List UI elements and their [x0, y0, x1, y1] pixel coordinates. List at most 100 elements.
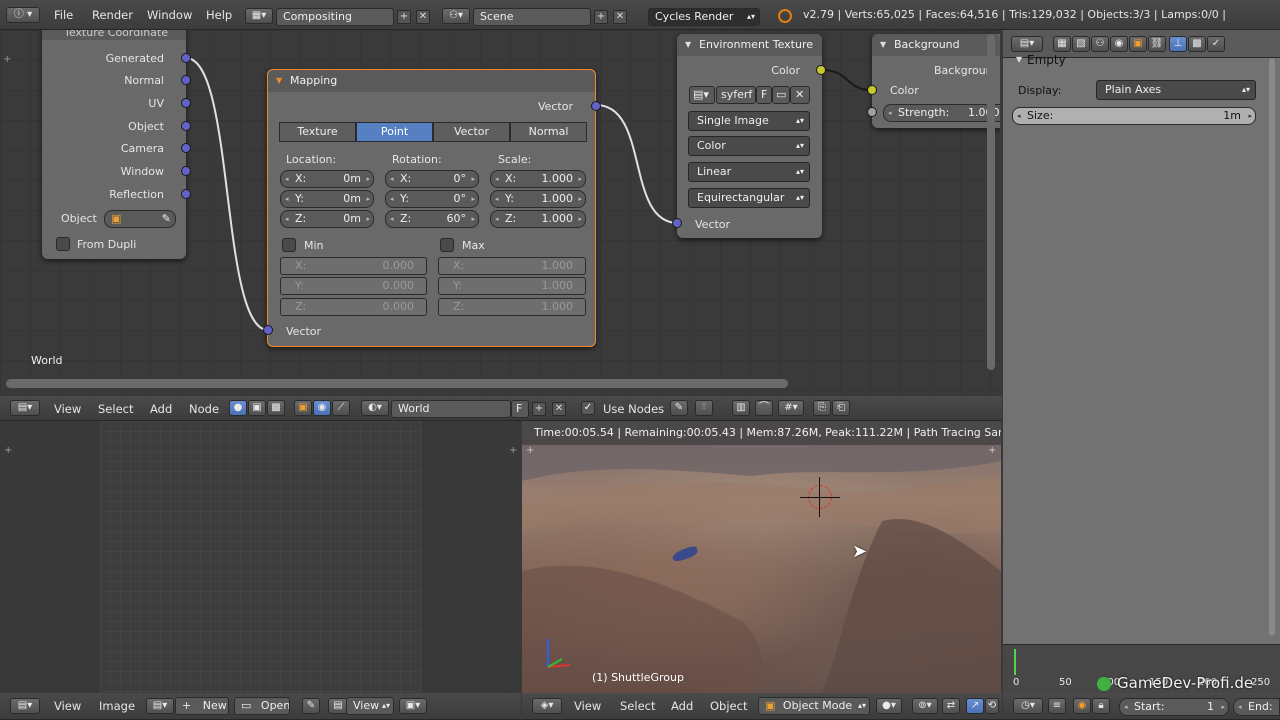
scale-z-field[interactable]: ◂ Z: 1.000 ▸	[490, 210, 586, 228]
view-mode-dropdown[interactable]: View ▴▾	[346, 697, 394, 715]
object-field[interactable]: ▣ ✎	[104, 210, 176, 228]
image-unlink-icon[interactable]: ✕	[790, 86, 810, 104]
info-editor-icon[interactable]: ⓘ ▾	[6, 7, 40, 23]
constraints-tab-icon[interactable]: ⛓	[1148, 36, 1166, 52]
size-field[interactable]: ◂ Size: 1m ▸	[1012, 107, 1256, 125]
node-editor[interactable]: + Texture Coordinate Generated Normal UV…	[0, 30, 1000, 396]
sidebar-toggle-icon[interactable]: +	[526, 445, 534, 456]
snap-node-icon[interactable]: #▾	[778, 400, 804, 416]
editor-type-icon[interactable]: ◈▾	[532, 698, 562, 714]
display-dropdown[interactable]: Plain Axes ▴▾	[1096, 80, 1256, 100]
min-checkbox[interactable]	[282, 238, 296, 252]
editor-type-icon[interactable]: ▤▾	[10, 698, 40, 714]
interpolation-dropdown[interactable]: Linear ▴▾	[688, 162, 810, 182]
node-menu-add[interactable]: Add	[150, 399, 172, 419]
world-fake-user-button[interactable]: F	[511, 400, 529, 418]
collapse-icon[interactable]: ▼	[685, 34, 691, 56]
shader-nodes-icon[interactable]: ●	[229, 400, 247, 416]
scene-field[interactable]: Scene	[473, 8, 591, 26]
max-x-field[interactable]: X: 1.000	[438, 257, 586, 275]
socket-env-vector-in[interactable]	[672, 218, 682, 228]
image-open-icon[interactable]: ▭	[772, 86, 790, 104]
socket-generated[interactable]	[181, 53, 191, 63]
min-x-field[interactable]: X: 0.000	[280, 257, 427, 275]
start-frame-field[interactable]: ◂ Start: 1 ▸	[1119, 698, 1229, 716]
collapse-icon[interactable]: ▼	[880, 34, 886, 56]
image-menu-view[interactable]: View	[54, 696, 81, 716]
editor-type-icon[interactable]: ▤▾	[10, 400, 40, 416]
location-x-field[interactable]: ◂ X: 0m ▸	[280, 170, 374, 188]
add-screen-icon[interactable]: +	[397, 10, 411, 24]
view3d-menu-select[interactable]: Select	[620, 696, 655, 716]
socket-env-color-out[interactable]	[816, 65, 826, 75]
node-menu-node[interactable]: Node	[189, 399, 219, 419]
image-fake-user-button[interactable]: F	[756, 86, 772, 104]
lock-icon[interactable]: 🔒︎	[1092, 698, 1110, 714]
view3d-menu-object[interactable]: Object	[710, 696, 747, 716]
socket-mapping-vector-out[interactable]	[591, 101, 601, 111]
interaction-mode-dropdown[interactable]: ▣ Object Mode ▴▾	[758, 697, 870, 715]
image-name-field[interactable]: syferf	[716, 86, 756, 104]
node-menu-view[interactable]: View	[54, 399, 81, 419]
world-name-field[interactable]: World	[391, 400, 511, 418]
tab-vector[interactable]: Vector	[433, 122, 510, 142]
keyframe-icon[interactable]: ◉	[1073, 698, 1091, 714]
socket-bg-strength-in[interactable]	[867, 107, 877, 117]
go-parent-icon[interactable]: ⇑	[695, 400, 713, 416]
use-nodes-checkbox[interactable]: ✓	[581, 401, 595, 415]
view3d-menu-view[interactable]: View	[574, 696, 601, 716]
env-mapping-dropdown[interactable]: Equirectangular ▴▾	[688, 188, 810, 208]
max-z-field[interactable]: Z: 1.000	[438, 298, 586, 316]
node-background[interactable]: ▼ Background Backgroun Color ◂ Strength:…	[867, 34, 1000, 128]
delete-screen-icon[interactable]: ✕	[416, 10, 430, 24]
rotation-x-field[interactable]: ◂ X: 0° ▸	[385, 170, 479, 188]
viewport-shading-icon[interactable]: ●▾	[876, 698, 902, 714]
compositing-nodes-icon[interactable]: ▣	[248, 400, 266, 416]
rotate-manipulator-icon[interactable]: ⟲	[985, 698, 999, 714]
socket-bg-color-in[interactable]	[867, 85, 877, 95]
strength-field[interactable]: ◂ Strength: 1.000	[883, 104, 1000, 122]
screen-layout-icon[interactable]: ▦▾	[245, 8, 273, 24]
world-tab-icon[interactable]: ◉	[1110, 36, 1128, 52]
scene-icon[interactable]: ⚇▾	[442, 8, 470, 24]
menu-help[interactable]: Help	[206, 5, 232, 25]
socket-uv[interactable]	[181, 98, 191, 108]
manipulator-icon[interactable]: ⇄	[942, 698, 960, 714]
texture-nodes-icon[interactable]: ▩	[267, 400, 285, 416]
render-engine-select[interactable]: Cycles Render ▴▾	[648, 8, 760, 26]
snap-element-icon[interactable]: ⌒	[755, 400, 773, 416]
translate-manipulator-icon[interactable]: ↗	[966, 698, 984, 714]
projection-dropdown[interactable]: Single Image ▴▾	[688, 111, 810, 131]
left-sidebar-toggle-icon[interactable]: +	[3, 54, 11, 65]
menu-icon[interactable]: ≡	[1048, 698, 1066, 714]
open-image-button[interactable]: ▭ Open	[234, 697, 290, 715]
uv-image-editor[interactable]: + +	[0, 421, 519, 693]
tab-texture[interactable]: Texture	[279, 122, 356, 142]
screen-layout-field[interactable]: Compositing	[276, 8, 394, 26]
physics-tab-icon[interactable]: ✓	[1207, 36, 1225, 52]
eyedropper-icon[interactable]: ✎	[162, 211, 171, 227]
node-menu-select[interactable]: Select	[98, 399, 133, 419]
editor-type-icon[interactable]: ◷▾	[1013, 698, 1043, 714]
pin-icon[interactable]: ✎	[302, 698, 320, 714]
unlink-world-icon[interactable]: ✕	[552, 402, 566, 416]
world-browse-icon[interactable]: ◐▾	[361, 400, 389, 416]
socket-mapping-vector-in[interactable]	[263, 325, 273, 335]
socket-object[interactable]	[181, 121, 191, 131]
scale-x-field[interactable]: ◂ X: 1.000 ▸	[490, 170, 586, 188]
image-browse-icon[interactable]: ▤▾	[689, 86, 715, 104]
sidebar-toggle-icon-right[interactable]: +	[988, 445, 996, 456]
copy-nodes-icon[interactable]: ⎘	[813, 400, 831, 416]
location-z-field[interactable]: ◂ Z: 0m ▸	[280, 210, 374, 228]
socket-normal[interactable]	[181, 75, 191, 85]
socket-window[interactable]	[181, 166, 191, 176]
sidebar-toggle-icon[interactable]: +	[4, 445, 12, 456]
current-frame-marker[interactable]	[1014, 649, 1016, 675]
max-checkbox[interactable]	[440, 238, 454, 252]
max-y-field[interactable]: Y: 1.000	[438, 277, 586, 295]
vertical-scrollbar[interactable]	[987, 34, 995, 370]
menu-file[interactable]: File	[54, 5, 73, 25]
properties-editor-icon[interactable]: ▤▾	[1011, 36, 1043, 52]
sidebar-toggle-icon-right[interactable]: +	[509, 445, 517, 456]
scale-y-field[interactable]: ◂ Y: 1.000 ▸	[490, 190, 586, 208]
